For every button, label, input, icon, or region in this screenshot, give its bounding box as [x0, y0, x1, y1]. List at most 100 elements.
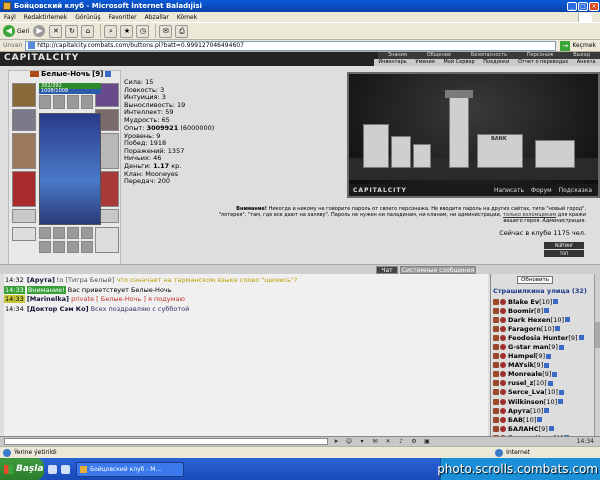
nav-knowledge[interactable]: Знания — [388, 52, 407, 59]
info-icon[interactable] — [547, 380, 553, 386]
info-icon[interactable] — [544, 362, 550, 368]
settings-icon[interactable]: ⚙ — [410, 438, 418, 445]
item-slot-2[interactable] — [53, 227, 65, 239]
taskbar-item[interactable]: Бойцовский клуб - M... — [76, 461, 184, 477]
user-name[interactable]: Boomir — [508, 307, 534, 315]
private-chat-icon[interactable] — [493, 316, 499, 323]
private-chat-icon[interactable] — [493, 344, 499, 351]
back-button[interactable]: ◀ Geri — [3, 25, 29, 37]
private-chat-icon[interactable] — [493, 353, 499, 360]
info-icon[interactable] — [544, 408, 550, 414]
user-name[interactable]: rusel_z — [508, 379, 533, 387]
user-list-item[interactable]: Serce_Lva [10] — [493, 388, 597, 397]
user-list-scrollbar[interactable] — [594, 274, 600, 436]
private-chat-icon[interactable] — [493, 325, 499, 332]
user-list-item[interactable]: Monreale [9] — [493, 370, 597, 379]
info-icon[interactable] — [558, 344, 564, 350]
ring-slot-2[interactable] — [53, 95, 65, 109]
user-name[interactable]: G-star man — [508, 343, 549, 351]
home-icon[interactable]: ⌂ — [81, 24, 95, 38]
armor-slot[interactable] — [12, 171, 36, 207]
clear-icon[interactable]: ✕ — [384, 438, 392, 445]
info-icon[interactable] — [537, 417, 543, 423]
extra-slot[interactable] — [95, 227, 119, 253]
private-chat-icon[interactable] — [493, 307, 499, 314]
chat-input[interactable] — [4, 438, 328, 445]
chat-time[interactable]: 14:33 — [4, 295, 25, 304]
menu-help[interactable]: Kömek — [177, 14, 197, 21]
private-icon[interactable]: ✉ — [371, 438, 379, 445]
private-chat-icon[interactable] — [493, 298, 499, 305]
ring-slot-3[interactable] — [67, 95, 79, 109]
user-name[interactable]: Faragorn — [508, 325, 541, 333]
nav-character[interactable]: Персонаж — [527, 52, 554, 59]
chat-nick[interactable]: [Арута] — [27, 276, 55, 284]
user-list-item[interactable]: MAYsik [9] — [493, 361, 597, 370]
subnav-fights[interactable]: Поединки — [483, 59, 509, 66]
user-list-item[interactable]: Wilkinson [10] — [493, 397, 597, 406]
menu-tools[interactable]: Abzallar — [145, 14, 169, 21]
ring-slot-4[interactable] — [81, 95, 93, 109]
user-list-item[interactable]: БАЛАНС [9] — [493, 424, 597, 433]
sound-icon[interactable]: ♪ — [397, 438, 405, 445]
quick-launch-ie-icon[interactable] — [48, 464, 57, 474]
nav-security[interactable]: Безопасность — [471, 52, 507, 59]
top-badge[interactable]: ТОП — [544, 250, 584, 257]
belt-slot[interactable] — [12, 209, 36, 223]
stop-icon[interactable]: ✕ — [49, 24, 63, 38]
user-list-item[interactable]: Feodosia Hunter [9] — [493, 333, 597, 342]
link-hint[interactable]: Подсказка — [559, 187, 592, 194]
go-button[interactable]: → Keçmek — [560, 40, 596, 51]
rating-badge[interactable]: РЕЙТИНГ — [544, 242, 584, 249]
address-input[interactable]: http://capitalcity.combats.com/buttons.p… — [25, 40, 557, 51]
smile-icon[interactable]: ☺ — [345, 438, 353, 445]
item-slot-5[interactable] — [39, 241, 51, 253]
history-icon[interactable]: ◷ — [136, 24, 150, 38]
clock-tower[interactable] — [449, 96, 469, 168]
building-right[interactable] — [535, 140, 575, 168]
building-arch[interactable] — [413, 144, 431, 168]
user-name[interactable]: Hampel — [508, 352, 536, 360]
nav-exit[interactable]: Выход — [573, 52, 590, 59]
menu-view[interactable]: Görünüş — [75, 14, 100, 21]
chat-time[interactable]: 14:33 — [4, 285, 25, 294]
info-icon[interactable] — [552, 371, 558, 377]
link-forum[interactable]: Форум — [531, 187, 552, 194]
info-icon[interactable] — [553, 299, 559, 305]
user-name[interactable]: MAYsik — [508, 361, 534, 369]
user-name[interactable]: Feodosia Hunter — [508, 334, 568, 342]
minimize-button[interactable]: _ — [567, 1, 577, 11]
favorites-icon[interactable]: ★ — [120, 24, 134, 38]
info-icon[interactable] — [578, 335, 584, 341]
private-chat-icon[interactable] — [493, 362, 499, 369]
info-icon[interactable] — [558, 399, 564, 405]
user-list-item[interactable]: Dark Hexen [10] — [493, 315, 597, 324]
chat-nick[interactable]: [Доктор Сэм Ко] — [27, 305, 89, 313]
lock-icon[interactable]: ▣ — [423, 438, 431, 445]
info-icon[interactable] — [558, 389, 564, 395]
search-icon[interactable]: ⌕ — [104, 24, 118, 38]
user-list-item[interactable]: rusel_z [10] — [493, 379, 597, 388]
item-slot-4[interactable] — [81, 227, 93, 239]
user-list-item[interactable]: БАВ [10] — [493, 415, 597, 424]
subnav-skills[interactable]: Умения — [415, 59, 434, 66]
building-left[interactable] — [363, 124, 389, 168]
user-name[interactable]: БАВ — [508, 416, 523, 424]
user-list-item[interactable]: Арута [10] — [493, 406, 597, 415]
menu-edit[interactable]: Redaktirlemek — [24, 14, 67, 21]
private-chat-icon[interactable] — [493, 371, 499, 378]
start-button[interactable]: Başla — [0, 458, 44, 480]
tab-chat[interactable]: Чат — [376, 266, 398, 274]
scrollbar-thumb[interactable] — [595, 322, 600, 348]
user-list-item[interactable]: Faragorn [10] — [493, 324, 597, 333]
private-chat-icon[interactable] — [493, 389, 499, 396]
refresh-button[interactable]: Обновить — [517, 276, 553, 284]
building-small[interactable] — [391, 136, 411, 168]
chat-time[interactable]: 14:34 — [4, 305, 25, 313]
info-icon[interactable] — [565, 317, 570, 323]
menu-favorites[interactable]: Favoritler — [109, 14, 137, 21]
user-name[interactable]: Wilkinson — [508, 398, 544, 406]
send-icon[interactable]: ➤ — [332, 438, 340, 445]
ring-slot-1[interactable] — [39, 95, 51, 109]
link-write[interactable]: Написать — [494, 187, 524, 194]
